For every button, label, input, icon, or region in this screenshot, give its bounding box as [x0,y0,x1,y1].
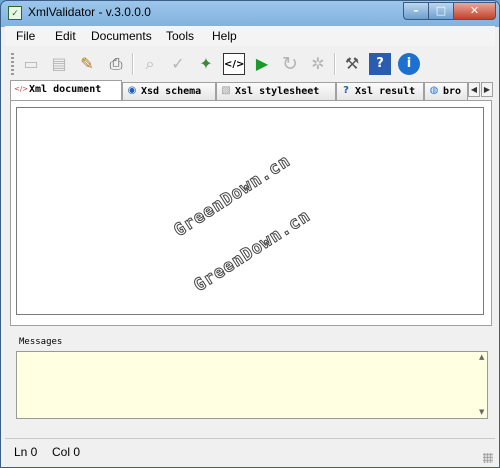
document-tabs: </> Xml document ◉ Xsd schema ▧ Xsl styl… [10,80,492,100]
menu-help[interactable]: Help [212,29,237,43]
help-book-icon[interactable]: ? [369,53,391,75]
eraser-icon[interactable]: ▭ [20,53,42,75]
toolbar-separator [334,53,336,75]
wrench-icon[interactable]: ⚒ [341,53,363,75]
play-icon[interactable]: ▶ [251,53,273,75]
globe-icon: ◍ [429,85,439,96]
title-bar[interactable]: ✓ XmlValidator - v.3.0.0.0 – □ ✕ [1,1,499,26]
question-icon: ? [343,85,349,96]
tab-browser[interactable]: ◍ bro [424,82,468,100]
scroll-up-icon[interactable]: ▲ [479,353,484,361]
resize-grip[interactable] [483,453,493,463]
status-bar: Ln 0 Col 0 [5,438,495,465]
maximize-button[interactable]: □ [428,2,454,20]
tab-scroll: ◀ ▶ [468,82,494,98]
messages-scrollbar[interactable]: ▲ ▼ [477,352,487,418]
xml-editor[interactable]: GreenDown.cn GreenDown.cn [16,107,484,315]
menu-documents[interactable]: Documents [91,29,152,43]
splitter[interactable] [10,330,492,334]
menu-tools[interactable]: Tools [166,29,194,43]
menu-edit[interactable]: Edit [55,29,76,43]
tab-scroll-left-icon[interactable]: ◀ [468,82,480,97]
code-icon[interactable]: </> [223,53,245,75]
toolbar: ▭ ▤ ✎ ⎙ ⌕ ✓ ✦ </> ▶ ↻ ✲ ⚒ ? i [5,47,495,79]
floppy-icon[interactable]: ▤ [48,53,70,75]
refresh-icon[interactable]: ↻ [279,53,301,75]
app-icon: ✓ [8,6,22,20]
messages-label: Messages [19,337,63,347]
wand-icon[interactable]: ✦ [195,53,217,75]
status-column: Col 0 [52,445,81,459]
scroll-down-icon[interactable]: ▼ [479,408,484,416]
tab-xsl-result[interactable]: ? Xsl result [336,82,424,100]
toolbar-separator [132,53,134,75]
menu-bar: File Edit Documents Tools Help [5,26,495,46]
toolbar-grip[interactable] [11,53,14,75]
abc-check-icon[interactable]: ✓ [167,53,189,75]
tab-scroll-right-icon[interactable]: ▶ [481,82,493,97]
xml-file-icon: </> [14,85,29,93]
gear-icon[interactable]: ✲ [307,53,329,75]
printer-icon[interactable]: ⎙ [105,53,127,75]
menu-file[interactable]: File [16,29,35,43]
tab-label: Xml document [29,84,102,95]
minimize-button[interactable]: – [403,2,429,20]
schema-icon: ◉ [127,85,137,96]
binoculars-icon[interactable]: ⌕ [139,53,161,75]
status-line: Ln 0 [14,445,38,459]
client-area: File Edit Documents Tools Help ▭ ▤ ✎ ⎙ ⌕… [5,26,495,465]
app-window: ✓ XmlValidator - v.3.0.0.0 – □ ✕ File Ed… [0,0,500,468]
info-icon[interactable]: i [398,53,420,75]
window-title: XmlValidator - v.3.0.0.0 [28,5,151,19]
messages-box[interactable]: ▲ ▼ [16,351,488,419]
tab-panel: GreenDown.cn GreenDown.cn [10,100,492,326]
tab-label: Xsl stylesheet [235,86,320,97]
tab-label: Xsd schema [141,86,202,97]
tab-xsd-schema[interactable]: ◉ Xsd schema [122,82,216,100]
tab-xsl-stylesheet[interactable]: ▧ Xsl stylesheet [216,82,336,100]
edit-icon[interactable]: ✎ [76,53,98,75]
stylesheet-icon: ▧ [221,85,231,96]
tab-xml-document[interactable]: </> Xml document [10,80,122,100]
tab-label: Xsl result [355,86,416,97]
close-button[interactable]: ✕ [453,2,496,20]
tab-label: bro [443,86,462,97]
